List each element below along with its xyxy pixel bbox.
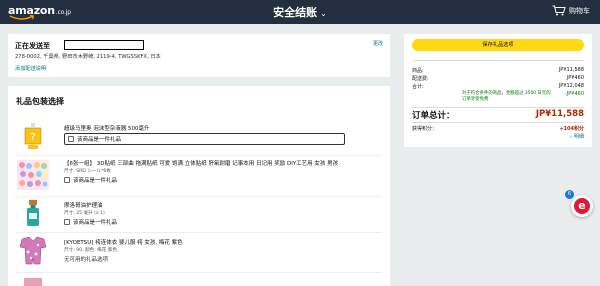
shipping-address: 278-0002, 千葉県, 野田市木野崎, 2119-4, TWGSSKFX,… — [15, 54, 161, 60]
checkbox[interactable] — [64, 219, 70, 225]
checkbox[interactable] — [64, 177, 70, 183]
baby-romper-image — [19, 236, 47, 265]
summary-row-discount: -JP¥460 — [564, 91, 584, 97]
hair-oil-bottle-image — [27, 200, 39, 226]
summary-row-subtotal: 合计: JP¥12,048 — [412, 83, 584, 90]
redacted-name-box — [64, 40, 144, 50]
item-title[interactable]: [KYOETSU] 袴连体衣 婴儿服 袴 女孩, 梅花 紫色 — [64, 238, 183, 246]
top-header: amazon.co.jp 安全结账 ⌄ 购物车 — [0, 0, 600, 24]
gift-item: ? 超级马里奥 泡沫型杂液器 500毫升 该商品是一件礼品 — [16, 122, 382, 152]
item-size: 尺寸: SRD シール*6枚 — [64, 169, 111, 174]
order-total-row: 订单总计： JP¥11,588 — [412, 109, 584, 121]
summary-divider — [412, 122, 584, 123]
item-title[interactable]: 【6张一组】 3D贴纸 三部曲 拖满贴纸 可爱 饱满 立体贴纸 肝氧耐磨 记事本… — [64, 159, 338, 167]
points-row: 获得积分： +104积分 — [412, 126, 584, 132]
save-gift-options-button[interactable]: 保存礼品选项 — [412, 39, 584, 51]
soap-dispenser-image: ? — [24, 123, 42, 149]
notification-badge: 6 — [565, 190, 574, 199]
points-detail-link[interactable]: › 明细 — [570, 133, 584, 140]
chevron-down-icon: ⌄ — [320, 9, 327, 18]
product-image — [24, 278, 42, 286]
item-size-color: 尺寸: 90, 颜色: 梅花 紫色 — [64, 248, 117, 253]
gift-item: 摩洛哥油护理油 尺寸: 25 毫升 (x 1) 该商品是一件礼品 — [16, 199, 382, 229]
extension-logo-icon: e — [574, 198, 590, 214]
summary-divider — [412, 107, 584, 108]
gift-item: [KYOETSU] 袴连体衣 婴儿服 袴 女孩, 梅花 紫色 尺寸: 90, 颜… — [16, 236, 382, 268]
item-size: 尺寸: 25 毫升 (x 1) — [64, 211, 105, 216]
checkout-title[interactable]: 安全结账 ⌄ — [0, 4, 600, 20]
no-gift-options-text: 无可用的礼品选项 — [64, 257, 109, 263]
gift-checkbox[interactable]: 该商品是一件礼品 — [64, 176, 117, 184]
item-title[interactable]: 摩洛哥油护理油 — [64, 201, 103, 209]
summary-row-shipping: 配送费: JP¥460 — [412, 75, 584, 82]
shipping-heading: 正在发送至 — [15, 42, 50, 50]
gift-item — [16, 276, 382, 286]
item-divider — [16, 155, 382, 156]
item-divider — [16, 196, 382, 197]
cart-icon — [552, 5, 566, 16]
gift-checkbox[interactable]: 该商品是一件礼品 — [64, 218, 117, 226]
change-address-link[interactable]: 更改 — [373, 40, 383, 47]
gift-options-heading: 礼品包装选择 — [16, 97, 64, 106]
cart-link[interactable]: 购物车 — [552, 5, 590, 16]
add-delivery-instructions-link[interactable]: 添加配送说明 — [15, 65, 46, 72]
item-divider — [16, 232, 382, 233]
checkbox[interactable] — [68, 136, 74, 142]
order-summary-card: 保存礼品选项 商品: JP¥11,588 配送费: JP¥460 合计: JP¥… — [404, 34, 592, 147]
item-divider — [16, 272, 382, 273]
summary-row-items: 商品: JP¥11,588 — [412, 67, 584, 74]
svg-text:?: ? — [30, 132, 35, 143]
item-title[interactable]: 超级马里奥 泡沫型杂液器 500毫升 — [64, 124, 150, 132]
gift-checkbox[interactable]: 该商品是一件礼品 — [64, 133, 345, 145]
sticker-sheet-image — [17, 160, 49, 190]
gift-options-card: 礼品包装选择 ? 超级马里奥 泡沫型杂液器 500毫升 该商品是一件礼品 【6张… — [8, 86, 390, 286]
floating-extension-button[interactable]: e — [571, 195, 593, 217]
gift-item: 【6张一组】 3D贴纸 三部曲 拖满贴纸 可爱 饱满 立体贴纸 肝氧耐磨 记事本… — [16, 159, 382, 195]
shipping-address-card: 正在发送至 更改 278-0002, 千葉県, 野田市木野崎, 2119-4, … — [8, 34, 390, 77]
summary-divider — [412, 60, 584, 61]
